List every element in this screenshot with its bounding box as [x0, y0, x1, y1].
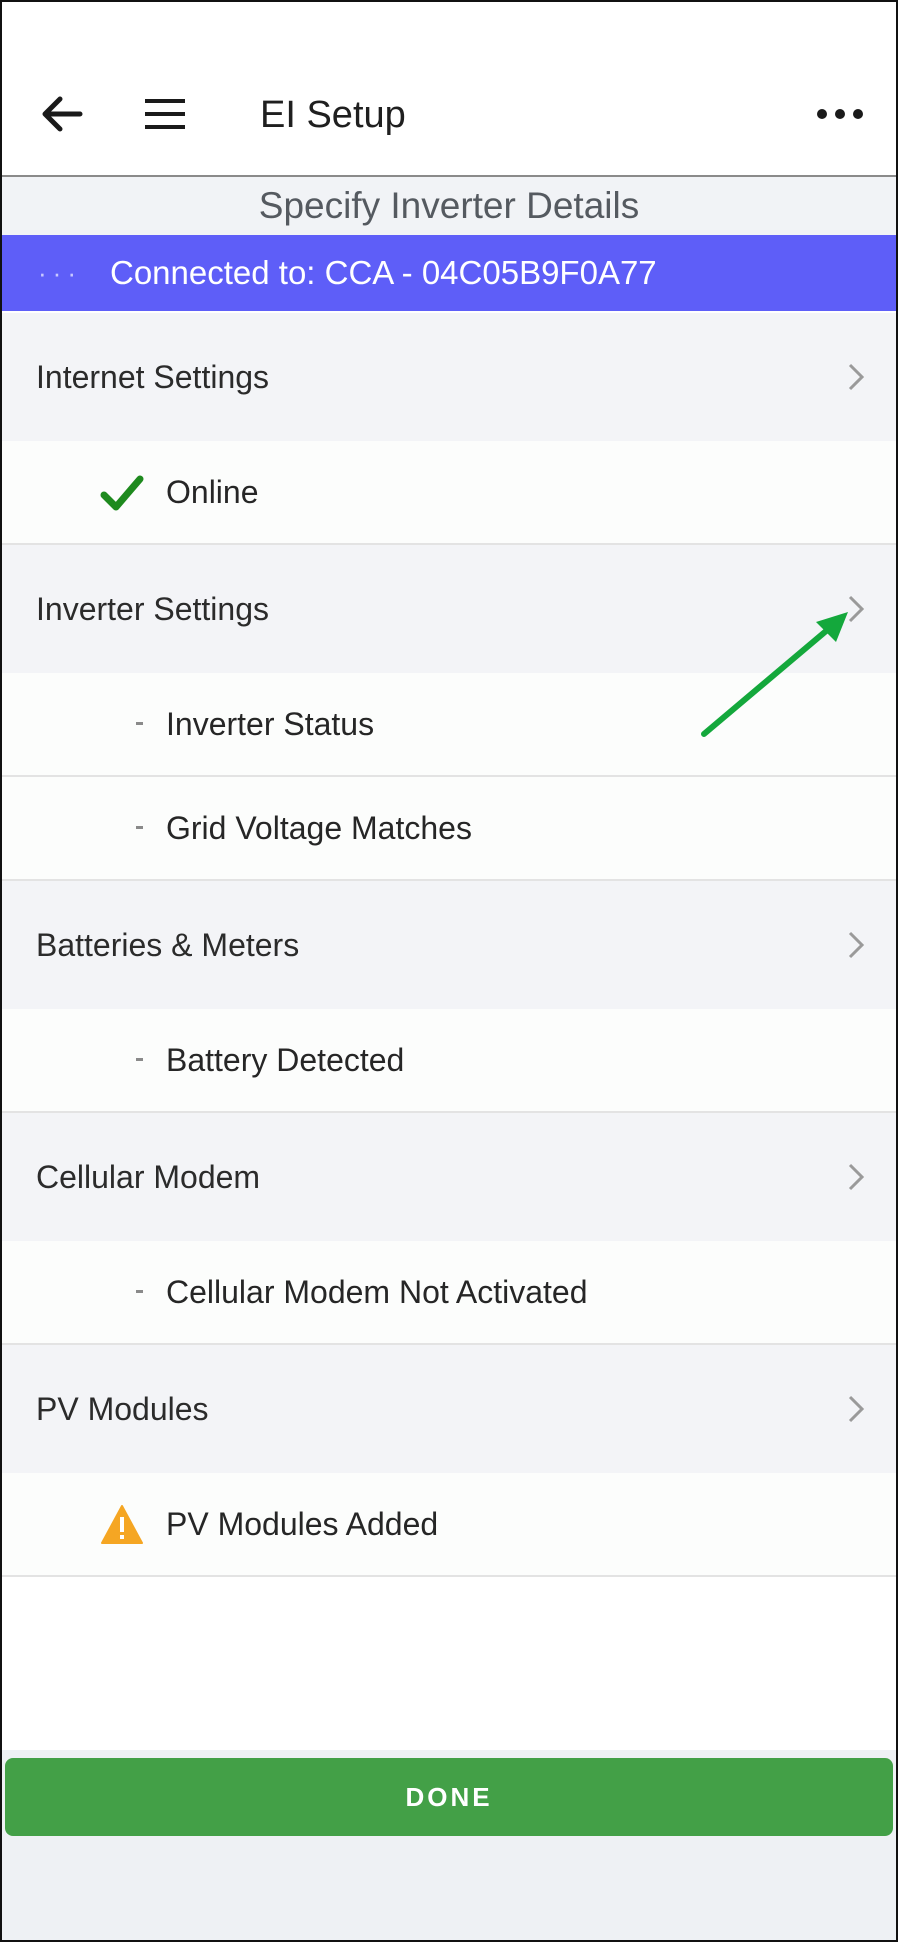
section-internet-settings[interactable]: Internet Settings — [2, 313, 896, 441]
item-label: Grid Voltage Matches — [166, 810, 472, 846]
connection-text: Connected to: CCA - 04C05B9F0A77 — [110, 254, 657, 291]
more-options-button[interactable] — [810, 84, 870, 144]
page-title: EI Setup — [260, 94, 406, 136]
check-icon — [100, 475, 144, 511]
hamburger-menu-icon — [145, 99, 185, 129]
bullet-dash — [136, 826, 143, 829]
chevron-right-icon — [848, 1163, 865, 1191]
section-batteries-meters[interactable]: Batteries & Meters — [2, 881, 896, 1009]
list-item-battery-detected: Battery Detected — [2, 1009, 896, 1113]
app-bar: EI Setup — [2, 2, 896, 177]
warning-icon — [101, 1505, 143, 1544]
menu-button[interactable] — [135, 84, 195, 144]
back-button[interactable] — [32, 84, 92, 144]
section-pv-modules[interactable]: PV Modules — [2, 1345, 896, 1473]
section-cellular-modem[interactable]: Cellular Modem — [2, 1113, 896, 1241]
list-item-pv-modules-added: PV Modules Added — [2, 1473, 896, 1577]
item-label: Online — [166, 474, 259, 510]
subheader-title: Specify Inverter Details — [2, 177, 896, 235]
list-item-cellular-modem: Cellular Modem Not Activated — [2, 1241, 896, 1345]
item-label: Inverter Status — [166, 706, 375, 742]
connection-dots: ··· — [38, 258, 82, 288]
arrow-left-icon — [42, 96, 83, 132]
section-label: Internet Settings — [36, 359, 270, 395]
footer: DONE — [2, 1750, 896, 1940]
section-label: Cellular Modem — [36, 1159, 261, 1195]
list-item-online: Online — [2, 441, 896, 545]
item-label: Cellular Modem Not Activated — [166, 1274, 588, 1310]
item-label: Battery Detected — [166, 1042, 405, 1078]
chevron-right-icon — [848, 363, 865, 391]
bullet-dash — [136, 722, 143, 725]
section-label: Batteries & Meters — [36, 927, 300, 963]
connection-banner: ··· Connected to: CCA - 04C05B9F0A77 — [2, 235, 896, 311]
item-label: PV Modules Added — [166, 1506, 439, 1542]
more-horizontal-icon — [817, 109, 863, 119]
bullet-dash — [136, 1290, 143, 1293]
chevron-right-icon — [848, 931, 865, 959]
section-label: Inverter Settings — [36, 591, 269, 627]
section-label: PV Modules — [36, 1391, 209, 1427]
bullet-dash — [136, 1058, 143, 1061]
annotation-arrow-icon — [701, 612, 848, 737]
done-button[interactable]: DONE — [5, 1758, 893, 1836]
app-screen: EI Setup Specify Inverter Details ··· Co… — [0, 0, 898, 1942]
chevron-right-icon — [848, 1395, 865, 1423]
list-item-grid-voltage: Grid Voltage Matches — [2, 777, 896, 881]
